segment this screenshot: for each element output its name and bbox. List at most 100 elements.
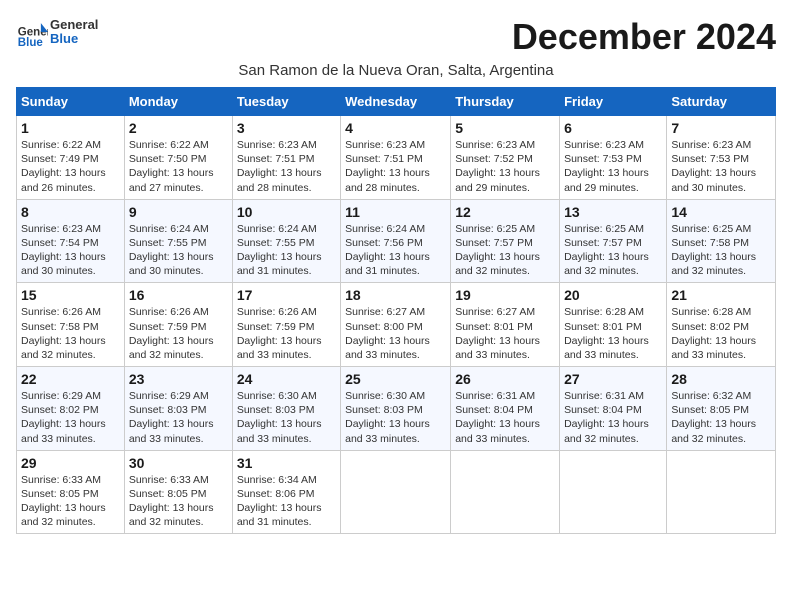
day-detail: Sunrise: 6:23 AMSunset: 7:53 PMDaylight:… [671,139,756,194]
calendar-cell [560,450,667,534]
calendar-cell: 9 Sunrise: 6:24 AMSunset: 7:55 PMDayligh… [124,199,232,283]
day-number: 25 [345,371,446,387]
calendar-cell: 6 Sunrise: 6:23 AMSunset: 7:53 PMDayligh… [560,116,667,200]
day-detail: Sunrise: 6:22 AMSunset: 7:50 PMDaylight:… [129,139,214,194]
day-number: 19 [455,287,555,303]
day-detail: Sunrise: 6:32 AMSunset: 8:05 PMDaylight:… [671,390,756,445]
calendar-cell: 29 Sunrise: 6:33 AMSunset: 8:05 PMDaylig… [17,450,125,534]
calendar-week-row: 1 Sunrise: 6:22 AMSunset: 7:49 PMDayligh… [17,116,776,200]
weekday-header: Sunday [17,88,125,116]
day-number: 16 [129,287,228,303]
calendar-cell: 8 Sunrise: 6:23 AMSunset: 7:54 PMDayligh… [17,199,125,283]
calendar-cell: 20 Sunrise: 6:28 AMSunset: 8:01 PMDaylig… [560,283,667,367]
day-number: 13 [564,204,662,220]
day-detail: Sunrise: 6:29 AMSunset: 8:02 PMDaylight:… [21,390,106,445]
calendar-cell: 25 Sunrise: 6:30 AMSunset: 8:03 PMDaylig… [341,367,451,451]
month-title: December 2024 [512,16,776,58]
calendar-table: SundayMondayTuesdayWednesdayThursdayFrid… [16,87,776,534]
weekday-header: Tuesday [232,88,340,116]
calendar-cell: 11 Sunrise: 6:24 AMSunset: 7:56 PMDaylig… [341,199,451,283]
day-number: 29 [21,455,120,471]
calendar-cell: 1 Sunrise: 6:22 AMSunset: 7:49 PMDayligh… [17,116,125,200]
weekday-header: Monday [124,88,232,116]
day-detail: Sunrise: 6:28 AMSunset: 8:01 PMDaylight:… [564,306,649,361]
day-number: 31 [237,455,336,471]
day-detail: Sunrise: 6:30 AMSunset: 8:03 PMDaylight:… [345,390,430,445]
day-detail: Sunrise: 6:31 AMSunset: 8:04 PMDaylight:… [564,390,649,445]
calendar-cell: 22 Sunrise: 6:29 AMSunset: 8:02 PMDaylig… [17,367,125,451]
day-detail: Sunrise: 6:33 AMSunset: 8:05 PMDaylight:… [129,474,214,529]
day-number: 1 [21,120,120,136]
calendar-week-row: 22 Sunrise: 6:29 AMSunset: 8:02 PMDaylig… [17,367,776,451]
day-number: 2 [129,120,228,136]
logo: General Blue General Blue [16,16,98,48]
calendar-week-row: 29 Sunrise: 6:33 AMSunset: 8:05 PMDaylig… [17,450,776,534]
calendar-cell: 31 Sunrise: 6:34 AMSunset: 8:06 PMDaylig… [232,450,340,534]
calendar-cell: 7 Sunrise: 6:23 AMSunset: 7:53 PMDayligh… [667,116,776,200]
weekday-header: Friday [560,88,667,116]
day-number: 4 [345,120,446,136]
weekday-header: Wednesday [341,88,451,116]
day-detail: Sunrise: 6:22 AMSunset: 7:49 PMDaylight:… [21,139,106,194]
day-number: 5 [455,120,555,136]
day-number: 15 [21,287,120,303]
day-number: 3 [237,120,336,136]
calendar-cell [341,450,451,534]
weekday-header: Saturday [667,88,776,116]
calendar-week-row: 15 Sunrise: 6:26 AMSunset: 7:58 PMDaylig… [17,283,776,367]
day-number: 17 [237,287,336,303]
day-number: 26 [455,371,555,387]
header: General Blue General Blue December 2024 [16,16,776,58]
calendar-cell: 19 Sunrise: 6:27 AMSunset: 8:01 PMDaylig… [451,283,560,367]
calendar-cell: 26 Sunrise: 6:31 AMSunset: 8:04 PMDaylig… [451,367,560,451]
logo-blue: Blue [50,31,78,46]
day-number: 22 [21,371,120,387]
calendar-cell: 27 Sunrise: 6:31 AMSunset: 8:04 PMDaylig… [560,367,667,451]
calendar-cell: 21 Sunrise: 6:28 AMSunset: 8:02 PMDaylig… [667,283,776,367]
day-detail: Sunrise: 6:23 AMSunset: 7:52 PMDaylight:… [455,139,540,194]
day-detail: Sunrise: 6:31 AMSunset: 8:04 PMDaylight:… [455,390,540,445]
day-detail: Sunrise: 6:34 AMSunset: 8:06 PMDaylight:… [237,474,322,529]
day-detail: Sunrise: 6:25 AMSunset: 7:58 PMDaylight:… [671,223,756,278]
day-detail: Sunrise: 6:24 AMSunset: 7:55 PMDaylight:… [129,223,214,278]
day-detail: Sunrise: 6:30 AMSunset: 8:03 PMDaylight:… [237,390,322,445]
day-number: 10 [237,204,336,220]
svg-text:Blue: Blue [18,37,44,48]
day-number: 6 [564,120,662,136]
logo-icon: General Blue [16,16,48,48]
calendar-cell: 3 Sunrise: 6:23 AMSunset: 7:51 PMDayligh… [232,116,340,200]
calendar-cell: 28 Sunrise: 6:32 AMSunset: 8:05 PMDaylig… [667,367,776,451]
day-number: 7 [671,120,771,136]
calendar-cell: 4 Sunrise: 6:23 AMSunset: 7:51 PMDayligh… [341,116,451,200]
day-detail: Sunrise: 6:26 AMSunset: 7:58 PMDaylight:… [21,306,106,361]
day-detail: Sunrise: 6:26 AMSunset: 7:59 PMDaylight:… [237,306,322,361]
calendar-cell: 2 Sunrise: 6:22 AMSunset: 7:50 PMDayligh… [124,116,232,200]
day-number: 27 [564,371,662,387]
day-number: 11 [345,204,446,220]
day-detail: Sunrise: 6:23 AMSunset: 7:54 PMDaylight:… [21,223,106,278]
day-detail: Sunrise: 6:28 AMSunset: 8:02 PMDaylight:… [671,306,756,361]
day-detail: Sunrise: 6:29 AMSunset: 8:03 PMDaylight:… [129,390,214,445]
calendar-cell: 16 Sunrise: 6:26 AMSunset: 7:59 PMDaylig… [124,283,232,367]
calendar-cell: 15 Sunrise: 6:26 AMSunset: 7:58 PMDaylig… [17,283,125,367]
day-number: 20 [564,287,662,303]
calendar-cell: 30 Sunrise: 6:33 AMSunset: 8:05 PMDaylig… [124,450,232,534]
calendar-cell [451,450,560,534]
calendar-cell [667,450,776,534]
calendar-cell: 5 Sunrise: 6:23 AMSunset: 7:52 PMDayligh… [451,116,560,200]
calendar-cell: 13 Sunrise: 6:25 AMSunset: 7:57 PMDaylig… [560,199,667,283]
calendar-cell: 24 Sunrise: 6:30 AMSunset: 8:03 PMDaylig… [232,367,340,451]
day-number: 28 [671,371,771,387]
calendar-cell: 17 Sunrise: 6:26 AMSunset: 7:59 PMDaylig… [232,283,340,367]
day-detail: Sunrise: 6:33 AMSunset: 8:05 PMDaylight:… [21,474,106,529]
weekday-header-row: SundayMondayTuesdayWednesdayThursdayFrid… [17,88,776,116]
day-number: 23 [129,371,228,387]
day-detail: Sunrise: 6:23 AMSunset: 7:53 PMDaylight:… [564,139,649,194]
day-detail: Sunrise: 6:24 AMSunset: 7:56 PMDaylight:… [345,223,430,278]
day-detail: Sunrise: 6:27 AMSunset: 8:01 PMDaylight:… [455,306,540,361]
calendar-cell: 23 Sunrise: 6:29 AMSunset: 8:03 PMDaylig… [124,367,232,451]
day-number: 30 [129,455,228,471]
calendar-cell: 10 Sunrise: 6:24 AMSunset: 7:55 PMDaylig… [232,199,340,283]
day-number: 8 [21,204,120,220]
day-number: 12 [455,204,555,220]
